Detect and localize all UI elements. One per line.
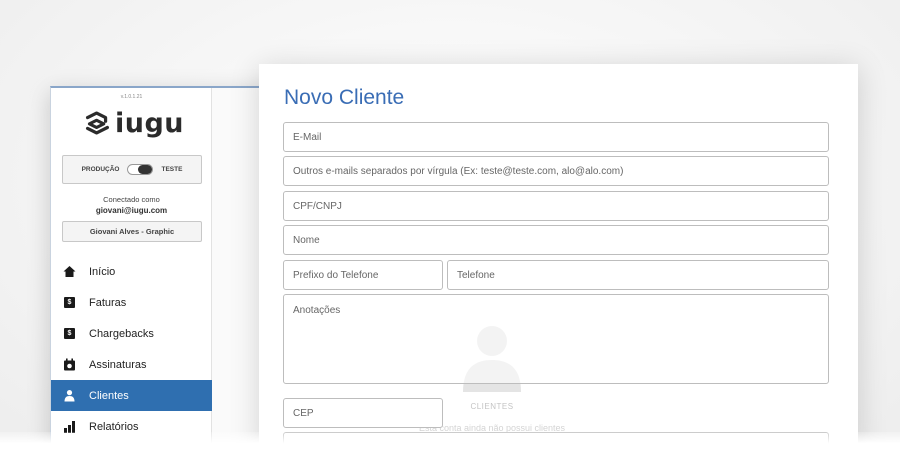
chargeback-icon: $ — [63, 327, 76, 340]
sidebar-item-label: Início — [89, 265, 116, 278]
sidebar: v.1.0.1.21 iugu PRODUÇÃO TESTE Conectado… — [51, 88, 212, 451]
invoice-icon: $ — [63, 296, 76, 309]
page-title: Novo Cliente — [284, 86, 405, 109]
cpf-cnpj-field[interactable]: CPF/CNPJ — [283, 191, 829, 221]
name-field[interactable]: Nome — [283, 225, 829, 255]
environment-switch[interactable] — [127, 164, 154, 175]
other-emails-field[interactable]: Outros e-mails separados por vírgula (Ex… — [283, 156, 829, 186]
new-customer-window: Novo Cliente CLIENTES Esta conta ainda n… — [259, 64, 858, 451]
phone-prefix-field[interactable]: Prefixo do Telefone — [283, 260, 443, 290]
connected-as-label: Conectado como — [103, 195, 160, 204]
sidebar-item-label: Faturas — [89, 296, 127, 309]
sidebar-item-label: Chargebacks — [89, 327, 154, 340]
app-version: v.1.0.1.21 — [120, 94, 143, 100]
customers-icon — [63, 389, 76, 402]
sidebar-item-chargebacks[interactable]: $ Chargebacks — [51, 318, 212, 349]
sidebar-item-label: Relatórios — [89, 420, 139, 433]
zip-code-field[interactable]: CEP — [283, 398, 443, 428]
sidebar-item-assinaturas[interactable]: Assinaturas — [51, 349, 212, 380]
iugu-logo-icon — [85, 111, 109, 135]
environment-toggle[interactable]: PRODUÇÃO TESTE — [62, 155, 202, 184]
account-selector-button[interactable]: Giovani Alves - Graphic — [62, 221, 202, 242]
bottom-fade — [0, 432, 900, 451]
sidebar-item-clientes[interactable]: Clientes — [51, 380, 212, 411]
user-email: giovani@iugu.com — [95, 206, 168, 215]
brand-name: iugu — [114, 107, 184, 139]
sidebar-item-label: Clientes — [89, 389, 129, 402]
switch-knob — [138, 165, 153, 174]
notes-textarea[interactable]: Anotações — [283, 294, 829, 384]
subscription-icon — [63, 358, 76, 371]
test-label: TESTE — [161, 166, 183, 173]
production-label: PRODUÇÃO — [81, 166, 120, 173]
sidebar-item-faturas[interactable]: $ Faturas — [51, 287, 212, 318]
email-field[interactable]: E-Mail — [283, 122, 829, 152]
phone-field[interactable]: Telefone — [447, 260, 829, 290]
logo[interactable]: iugu — [84, 106, 184, 140]
home-icon — [63, 265, 76, 278]
sidebar-nav: Início $ Faturas $ Chargebacks Assinatur… — [51, 256, 212, 442]
sidebar-item-label: Assinaturas — [89, 358, 147, 371]
sidebar-item-inicio[interactable]: Início — [51, 256, 212, 287]
